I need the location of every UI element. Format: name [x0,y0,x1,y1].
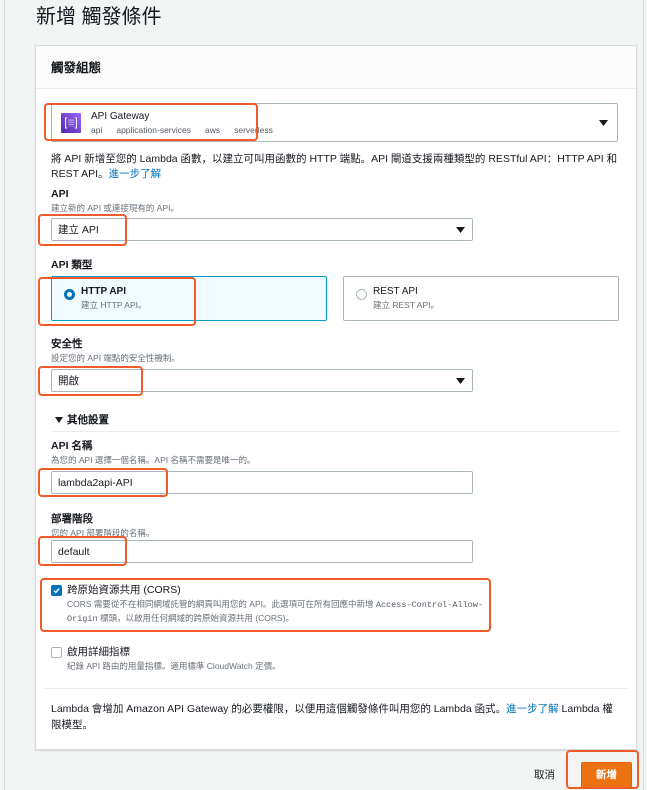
page-title: 新增 觸發條件 [36,6,162,28]
stage-label: 部署階段 [51,513,93,525]
radio-http-api[interactable] [64,289,75,300]
api-type-option-title: REST API [373,286,418,297]
caret-down-icon [55,417,63,423]
radio-rest-api[interactable] [356,289,367,300]
cors-description-text: 標頭，以啟用任何網域的跨原始資源共用 (CORS)。 [97,613,295,623]
additional-settings-label: 其他設置 [67,414,109,426]
service-tag: serverless [234,125,273,135]
caret-down-icon [456,227,465,233]
panel-title: 觸發組態 [51,61,102,75]
checkmark-icon [53,587,60,594]
service-tags: api application-services aws serverless [91,124,287,136]
permissions-learn-more-link[interactable]: 進一步了解 [506,703,559,715]
caret-down-icon [599,120,608,126]
service-tag: aws [205,125,221,135]
api-type-option-http[interactable]: HTTP API 建立 HTTP API。 [51,276,327,321]
api-select[interactable]: 建立 API [51,218,473,241]
panel-header: 觸發組態 [36,46,636,89]
security-description: 設定您的 API 端點的安全性機制。 [51,353,180,363]
cors-description-text: CORS 需要從不在相同網域託管的網頁叫用您的 API。此選項可在所有回應中新增 [67,599,376,609]
api-gateway-icon [61,113,81,133]
cors-description: CORS 需要從不在相同網域託管的網頁叫用您的 API。此選項可在所有回應中新增… [67,598,487,626]
cancel-button[interactable]: 取消 [534,768,555,782]
api-type-label: API 類型 [51,259,93,271]
divider [44,688,628,689]
api-type-option-title: HTTP API [81,286,127,297]
stage-description: 您的 API 部署階段的名稱。 [51,528,155,538]
api-type-option-description: 建立 HTTP API。 [81,300,147,310]
permissions-note: Lambda 會增加 Amazon API Gateway 的必要權限，以便用這… [51,701,617,733]
service-tag: api [91,125,103,135]
detailed-metrics-description: 紀錄 API 路由的用量指標。適用標準 CloudWatch 定價。 [67,661,281,671]
learn-more-link[interactable]: 進一步了解 [109,168,162,180]
api-name-label: API 名稱 [51,440,93,452]
cors-label: 跨原始資源共用 (CORS) [67,584,181,596]
api-select-value: 建立 API [58,224,99,236]
api-description: 建立新的 API 或連接現有的 API。 [51,203,179,213]
trigger-description: 將 API 新增至您的 Lambda 函數，以建立可叫用函數的 HTTP 端點。… [51,152,619,182]
api-name-input[interactable] [51,471,473,494]
divider [51,431,619,432]
api-type-option-rest[interactable]: REST API 建立 REST API。 [343,276,619,321]
api-label: API [51,188,69,200]
service-name: API Gateway [91,111,150,122]
permissions-note-text: Lambda 會增加 Amazon API Gateway 的必要權限，以便用這… [51,703,507,715]
stage-input[interactable] [51,540,473,563]
additional-settings-toggle[interactable]: 其他設置 [51,412,251,428]
trigger-source-select[interactable]: API Gateway api application-services aws se… [51,103,618,142]
api-name-description: 為您的 API 選擇一個名稱。API 名稱不需要是唯一的。 [51,455,256,465]
security-select-value: 開啟 [58,375,79,387]
security-label: 安全性 [51,338,83,350]
cors-checkbox[interactable] [51,585,62,596]
trigger-configuration-panel: 觸發組態 API Gateway api application-services… [35,45,637,750]
detailed-metrics-label: 啟用詳細指標 [67,646,130,658]
detailed-metrics-checkbox[interactable] [51,647,62,658]
api-type-option-description: 建立 REST API。 [373,300,439,310]
service-tag: application-services [116,125,191,135]
security-select[interactable]: 開啟 [51,369,473,392]
caret-down-icon [456,378,465,384]
add-trigger-button[interactable]: 新增 [581,762,632,788]
